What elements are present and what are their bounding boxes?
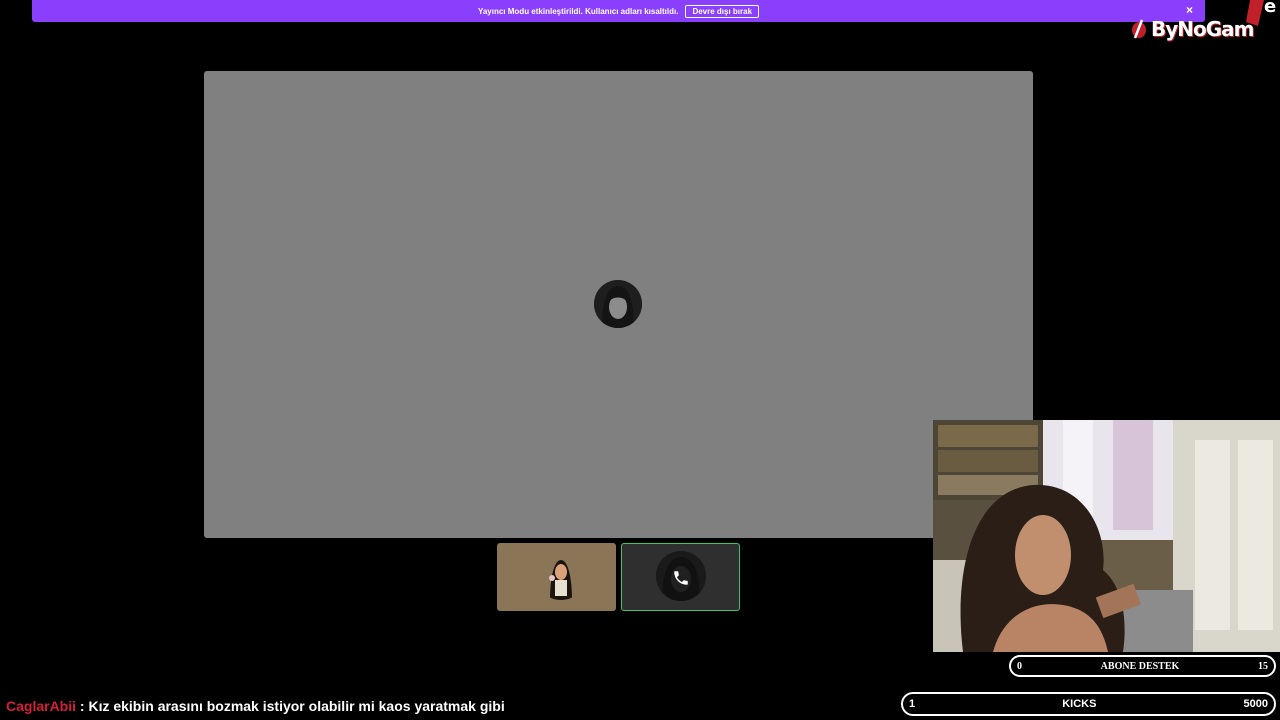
abone-count-right: 15 — [1258, 660, 1268, 672]
logo-corner: e — [1238, 0, 1280, 26]
chat-username: CaglarAbii — [6, 698, 77, 714]
kicks-bar: 1 KICKS 5000 — [901, 692, 1276, 716]
speaker-avatar — [594, 280, 642, 328]
kicks-label: KICKS — [1062, 698, 1097, 710]
abone-label: ABONE DESTEK — [1100, 660, 1180, 672]
logo-mark-icon — [1132, 19, 1146, 39]
participant-avatar — [536, 550, 586, 600]
logo-corner-letter: e — [1264, 0, 1277, 17]
webcam-feed — [933, 420, 1280, 652]
chat-text: : Kız ekibin arasını bozmak istiyor olab… — [76, 698, 505, 714]
banner-message: Yayıncı Modu etkinleştirildi. Kullanıcı … — [477, 6, 679, 16]
disable-streamer-mode-button[interactable]: Devre dışı bırak — [685, 4, 760, 18]
main-video-stage[interactable] — [204, 71, 1033, 538]
participant-tile-speaking[interactable] — [621, 543, 740, 611]
streamer-mode-banner: Yayıncı Modu etkinleştirildi. Kullanıcı … — [32, 0, 1205, 22]
chat-message: CaglarAbii : Kız ekibin arasını bozmak i… — [6, 698, 505, 714]
participant-tile[interactable] — [497, 543, 616, 611]
phone-icon — [674, 571, 688, 585]
abone-destek-bar: 0 ABONE DESTEK 15 — [1009, 655, 1276, 677]
kicks-count-right: 5000 — [1243, 698, 1268, 710]
